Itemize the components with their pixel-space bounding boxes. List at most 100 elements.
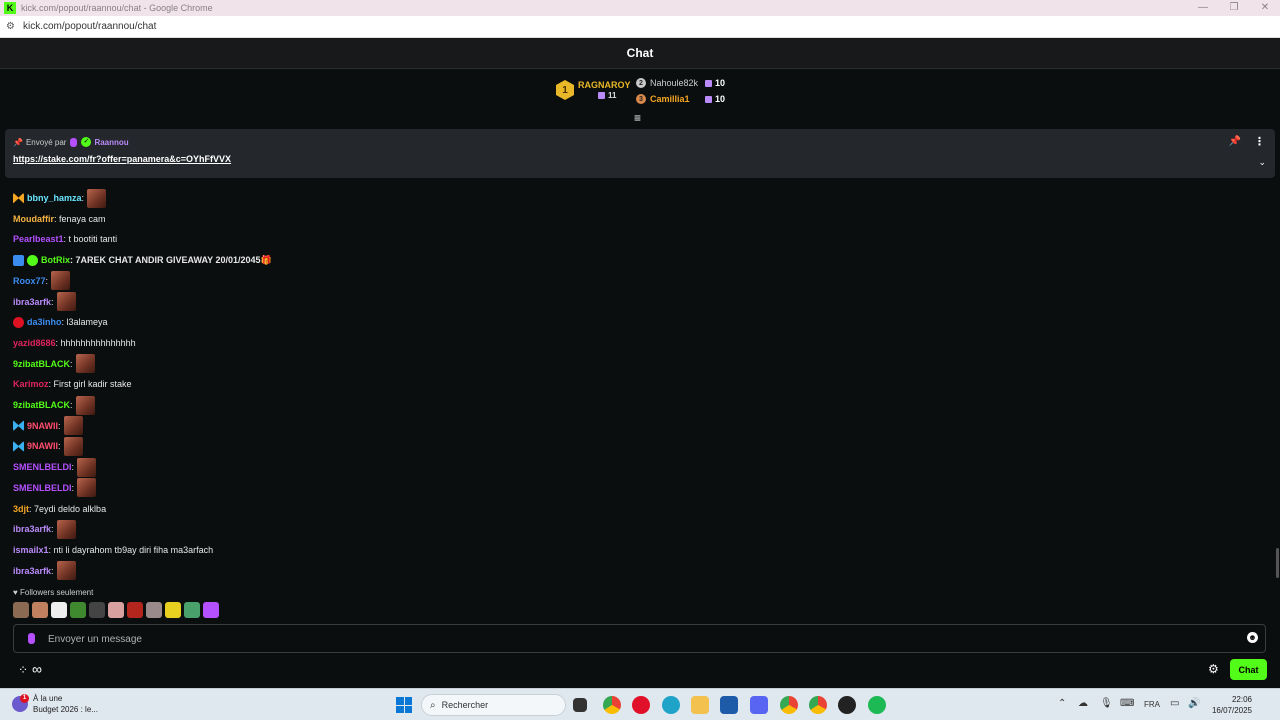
chat-username[interactable]: BotRix [41, 255, 70, 265]
chat-username[interactable]: 3djt [13, 504, 29, 514]
chrome-profile-4-icon[interactable] [838, 696, 856, 714]
discord-icon[interactable] [750, 696, 768, 714]
file-explorer-icon[interactable] [691, 696, 709, 714]
chat-username[interactable]: Karimoz [13, 379, 49, 389]
store-icon[interactable] [720, 696, 738, 714]
edge-icon[interactable] [662, 696, 680, 714]
minimize-icon[interactable]: — [1188, 0, 1218, 16]
chat-username[interactable]: ismailx1 [13, 545, 49, 555]
gift-icon [598, 92, 605, 100]
leaderboard-first-count: 11 [608, 91, 617, 100]
emote-10-icon[interactable] [184, 602, 200, 618]
news-widget[interactable]: 1 À la une Budget 2026 : le... [12, 693, 98, 715]
emote-image-icon[interactable] [56, 519, 76, 539]
emote-6-icon[interactable] [108, 602, 124, 618]
chat-username[interactable]: da3inho [27, 317, 62, 327]
emote-5-icon[interactable] [89, 602, 105, 618]
chat-username[interactable]: ibra3arfk [13, 297, 51, 307]
taskbar-search[interactable]: ⌕ Rechercher [421, 694, 566, 716]
chat-username[interactable]: Moudaffir [13, 214, 54, 224]
microphone-icon[interactable]: 🎙 [1100, 698, 1113, 709]
chat-username[interactable]: yazid8686 [13, 338, 56, 348]
pinned-link[interactable]: https://stake.com/fr?offer=panamera&c=OY… [13, 154, 231, 164]
chrome-icon[interactable] [603, 696, 621, 714]
chat-username[interactable]: 9NAWII [27, 441, 58, 451]
chevron-down-icon[interactable]: ⌄ [1258, 157, 1266, 168]
settings-gear-icon[interactable]: ⚙ [1208, 662, 1219, 676]
opera-icon[interactable] [632, 696, 650, 714]
followers-only-notice: ♥ Followers seulement [13, 588, 93, 597]
rank-2-badge: 2 [636, 78, 646, 88]
spotify-icon[interactable] [868, 696, 886, 714]
chat-message: BotRix: 7AREK CHAT ANDIR GIVEAWAY 20/01/… [13, 250, 272, 270]
infinity-icon[interactable]: ∞ [32, 661, 42, 677]
chat-username[interactable]: SMENLBELDI [13, 462, 72, 472]
send-chat-button[interactable]: Chat [1230, 659, 1267, 680]
emote-7-icon[interactable] [127, 602, 143, 618]
emote-image-icon[interactable] [75, 395, 95, 415]
chrome-profile-2-icon[interactable] [780, 696, 798, 714]
language-indicator[interactable]: FRA [1144, 700, 1160, 709]
message-colon: : [81, 193, 85, 203]
chat-username[interactable]: 9zibatBLACK [13, 400, 70, 410]
emote-image-icon[interactable] [56, 292, 76, 311]
chat-message: SMENLBELDI: [13, 457, 97, 477]
leaderboard-first[interactable]: 1 RAGNAROY 11 [556, 80, 631, 100]
chat-scrollbar[interactable] [1276, 548, 1279, 578]
task-view-icon[interactable] [573, 698, 587, 712]
chat-username[interactable]: 9zibatBLACK [13, 359, 70, 369]
chat-message: 3djt: 7eydi deldo alklba [13, 499, 106, 519]
maximize-icon[interactable]: ❐ [1219, 0, 1249, 16]
emote-image-icon[interactable] [75, 354, 95, 374]
kick-favicon-icon: K [4, 2, 16, 14]
chat-username[interactable]: Pearlbeast1 [13, 234, 64, 244]
emote-image-icon[interactable] [51, 271, 71, 291]
emote-image-icon[interactable] [87, 188, 107, 208]
emote-8-icon[interactable] [146, 602, 162, 618]
start-windows-icon[interactable] [396, 697, 412, 713]
windows-taskbar: 1 À la une Budget 2026 : le... ⌕ Recherc… [0, 688, 1280, 720]
message-input-box[interactable]: ☻ [13, 624, 1266, 653]
chat-message: Karimoz: First girl kadir stake [13, 374, 132, 394]
onedrive-icon[interactable]: ☁ [1078, 698, 1088, 709]
emote-image-icon[interactable] [63, 416, 83, 436]
emoji-picker-icon[interactable]: ☻ [1247, 632, 1258, 643]
emote-2-icon[interactable] [32, 602, 48, 618]
system-clock[interactable]: 22:06 16/07/2025 [1206, 694, 1252, 716]
kick-points-icon[interactable]: ⁘ [18, 663, 28, 677]
leaderboard-third[interactable]: 3 Camillia1 10 [636, 94, 725, 104]
site-info-icon[interactable]: ⚙ [6, 21, 15, 32]
more-options-icon[interactable]: ⋮ [1254, 135, 1265, 148]
emote-3-icon[interactable] [51, 602, 67, 618]
keyboard-icon[interactable]: ⌨ [1120, 698, 1134, 709]
url-text[interactable]: kick.com/popout/raannou/chat [23, 21, 156, 32]
emote-1-icon[interactable] [13, 602, 29, 618]
emote-image-icon[interactable] [63, 436, 83, 456]
emote-9-icon[interactable] [165, 602, 181, 618]
pinned-author[interactable]: Raannou [94, 138, 128, 147]
close-icon[interactable]: ✕ [1250, 0, 1280, 16]
news-icon: 1 [12, 694, 29, 712]
chat-username[interactable]: SMENLBELDI [13, 483, 72, 493]
chrome-profile-3-icon[interactable] [809, 696, 827, 714]
emote-image-icon[interactable] [77, 457, 97, 477]
message-input[interactable] [48, 631, 1228, 647]
network-icon[interactable]: ▭ [1170, 698, 1179, 709]
volume-icon[interactable]: 🔊 [1188, 698, 1200, 709]
emote-image-icon[interactable] [77, 478, 97, 498]
collapse-leaderboard-icon[interactable]: ≡ [634, 112, 641, 124]
chat-username[interactable]: 9NAWII [27, 421, 58, 431]
address-bar[interactable]: ⚙ kick.com/popout/raannou/chat [0, 16, 1280, 38]
emote-11-icon[interactable] [203, 602, 219, 618]
emote-image-icon[interactable] [56, 561, 76, 581]
chat-username[interactable]: ibra3arfk [13, 524, 51, 534]
chat-username[interactable]: Roox77 [13, 276, 46, 286]
leaderboard-second[interactable]: 2 Nahoule82k 10 [636, 78, 725, 88]
chat-message-text: : t bootiti tanti [63, 234, 118, 245]
chat-username[interactable]: ibra3arfk [13, 566, 51, 576]
chat-messages[interactable]: bbny_hamza: Moudaffir: fenaya cam Pearlbea… [0, 178, 1276, 586]
chat-username[interactable]: bbny_hamza [27, 193, 82, 203]
emote-4-icon[interactable] [70, 602, 86, 618]
unpin-icon[interactable]: 📌 [1229, 136, 1241, 147]
show-hidden-icons-icon[interactable]: ⌃ [1058, 698, 1066, 709]
